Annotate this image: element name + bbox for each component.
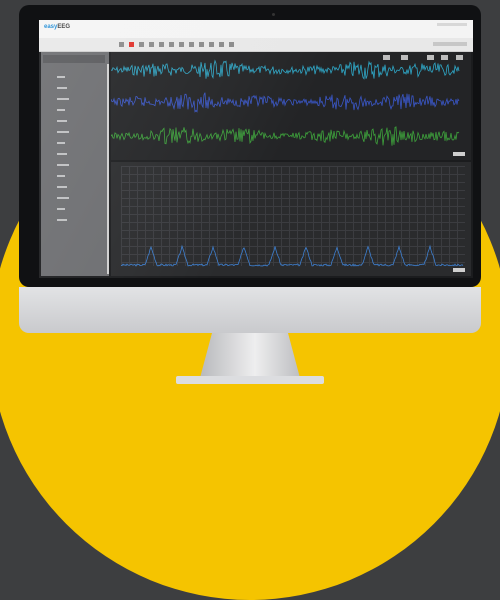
channel-sidebar — [41, 52, 109, 276]
toolbar — [39, 38, 473, 52]
logo-text-1: easy — [44, 24, 58, 30]
zoom-icon[interactable] — [189, 42, 194, 47]
sidebar-channel-item[interactable] — [57, 131, 69, 133]
webcam-dot — [272, 13, 275, 16]
view-icon[interactable] — [179, 42, 184, 47]
sidebar-channel-item[interactable] — [57, 175, 65, 177]
waveform-panel-button[interactable] — [453, 152, 465, 156]
sidebar-channel-item[interactable] — [57, 164, 69, 166]
monitor-chin — [19, 287, 481, 333]
save-icon[interactable] — [159, 42, 164, 47]
spectrum-panel — [111, 162, 471, 276]
sidebar-channel-item[interactable] — [57, 208, 65, 210]
spectrum-plot — [120, 244, 464, 267]
toolbar-right-controls[interactable] — [433, 42, 467, 46]
waveform-channel-1 — [111, 59, 460, 80]
sidebar-channel-item[interactable] — [57, 142, 65, 144]
sidebar-channel-item[interactable] — [57, 197, 69, 199]
waveform-channel-3 — [111, 126, 460, 146]
sidebar-channel-item[interactable] — [57, 120, 67, 122]
spectrum-line — [120, 244, 464, 267]
sidebar-channel-item[interactable] — [57, 186, 67, 188]
eeg-waveform-panel — [111, 52, 471, 160]
sidebar-header[interactable] — [43, 55, 105, 63]
sidebar-channel-item[interactable] — [57, 87, 67, 89]
app-title-bar: easyEEG — [39, 20, 473, 38]
filter-icon[interactable] — [199, 42, 204, 47]
sidebar-channel-item[interactable] — [57, 109, 65, 111]
eeg-waveforms — [111, 59, 460, 146]
play-icon[interactable] — [139, 42, 144, 47]
settings-icon[interactable] — [169, 42, 174, 47]
stop-icon[interactable] — [149, 42, 154, 47]
monitor-screen: easyEEG — [39, 20, 473, 278]
sidebar-channel-item[interactable] — [57, 98, 69, 100]
monitor-base — [176, 376, 324, 384]
record-icon[interactable] — [129, 42, 134, 47]
export-icon[interactable] — [219, 42, 224, 47]
marker-icon[interactable] — [209, 42, 214, 47]
sidebar-channel-item[interactable] — [57, 153, 67, 155]
sidebar-scrollbar[interactable] — [107, 64, 109, 274]
monitor-stand — [200, 333, 300, 378]
waveform-channel-2 — [111, 92, 460, 113]
window-controls[interactable] — [437, 23, 467, 26]
sidebar-channel-item[interactable] — [57, 76, 65, 78]
app-logo: easyEEG — [44, 24, 70, 30]
file-icon[interactable] — [119, 42, 124, 47]
sidebar-channel-item[interactable] — [57, 219, 67, 221]
spectrum-panel-button[interactable] — [453, 268, 465, 272]
help-icon[interactable] — [229, 42, 234, 47]
logo-text-2: EEG — [57, 24, 71, 30]
